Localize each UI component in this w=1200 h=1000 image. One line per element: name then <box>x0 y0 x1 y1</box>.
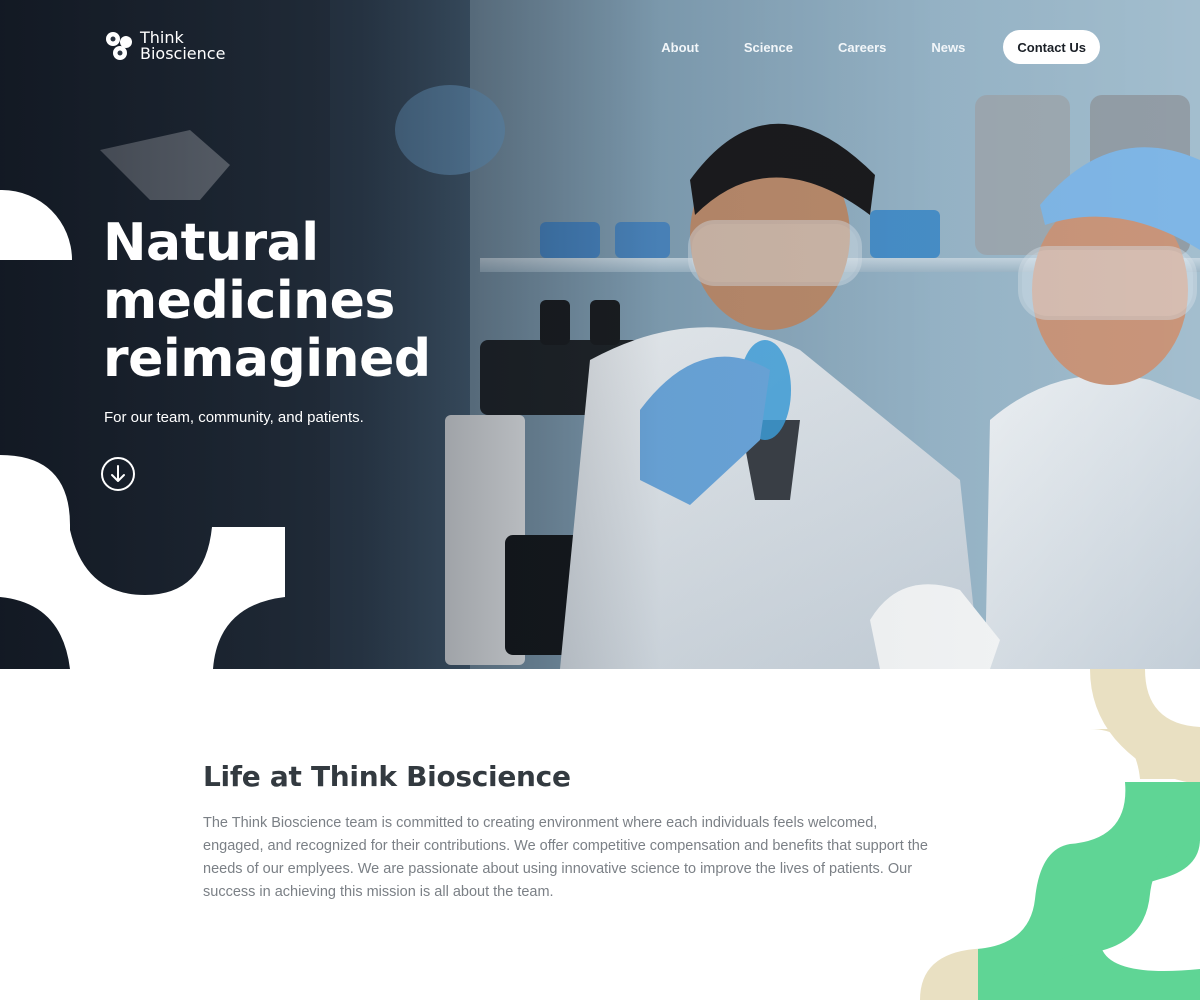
logo-text: Think Bioscience <box>140 30 225 62</box>
hero-deco-wave-shape <box>0 455 285 669</box>
nav-link-news[interactable]: News <box>931 40 965 55</box>
nav-link-careers[interactable]: Careers <box>838 40 886 55</box>
logo-line-2: Bioscience <box>140 44 226 63</box>
decorative-wave-shapes <box>920 669 1200 1000</box>
hero-section: Think Bioscience About Science Careers N… <box>0 0 1200 669</box>
hero-title-line-3: reimagined <box>103 329 431 389</box>
nav-link-about[interactable]: About <box>661 40 699 55</box>
hero-title: Natural medicines reimagined <box>103 214 503 388</box>
section-body: The Think Bioscience team is committed t… <box>203 815 928 900</box>
hero-title-line-1: Natural <box>103 213 319 273</box>
scroll-down-button[interactable] <box>101 457 135 491</box>
arrow-down-circle-icon <box>111 465 125 482</box>
logo[interactable]: Think Bioscience <box>104 30 225 62</box>
contact-us-button[interactable]: Contact Us <box>1003 30 1100 64</box>
hero-title-line-2: medicines <box>103 271 395 331</box>
nav-links: About Science Careers News Contact Us <box>661 30 1100 64</box>
section-title: Life at Think Bioscience <box>203 760 571 793</box>
hero-subtitle: For our team, community, and patients. <box>104 409 364 426</box>
nav-link-science[interactable]: Science <box>744 40 793 55</box>
top-nav: Think Bioscience About Science Careers N… <box>0 30 1200 64</box>
molecule-logo-icon <box>106 32 132 60</box>
